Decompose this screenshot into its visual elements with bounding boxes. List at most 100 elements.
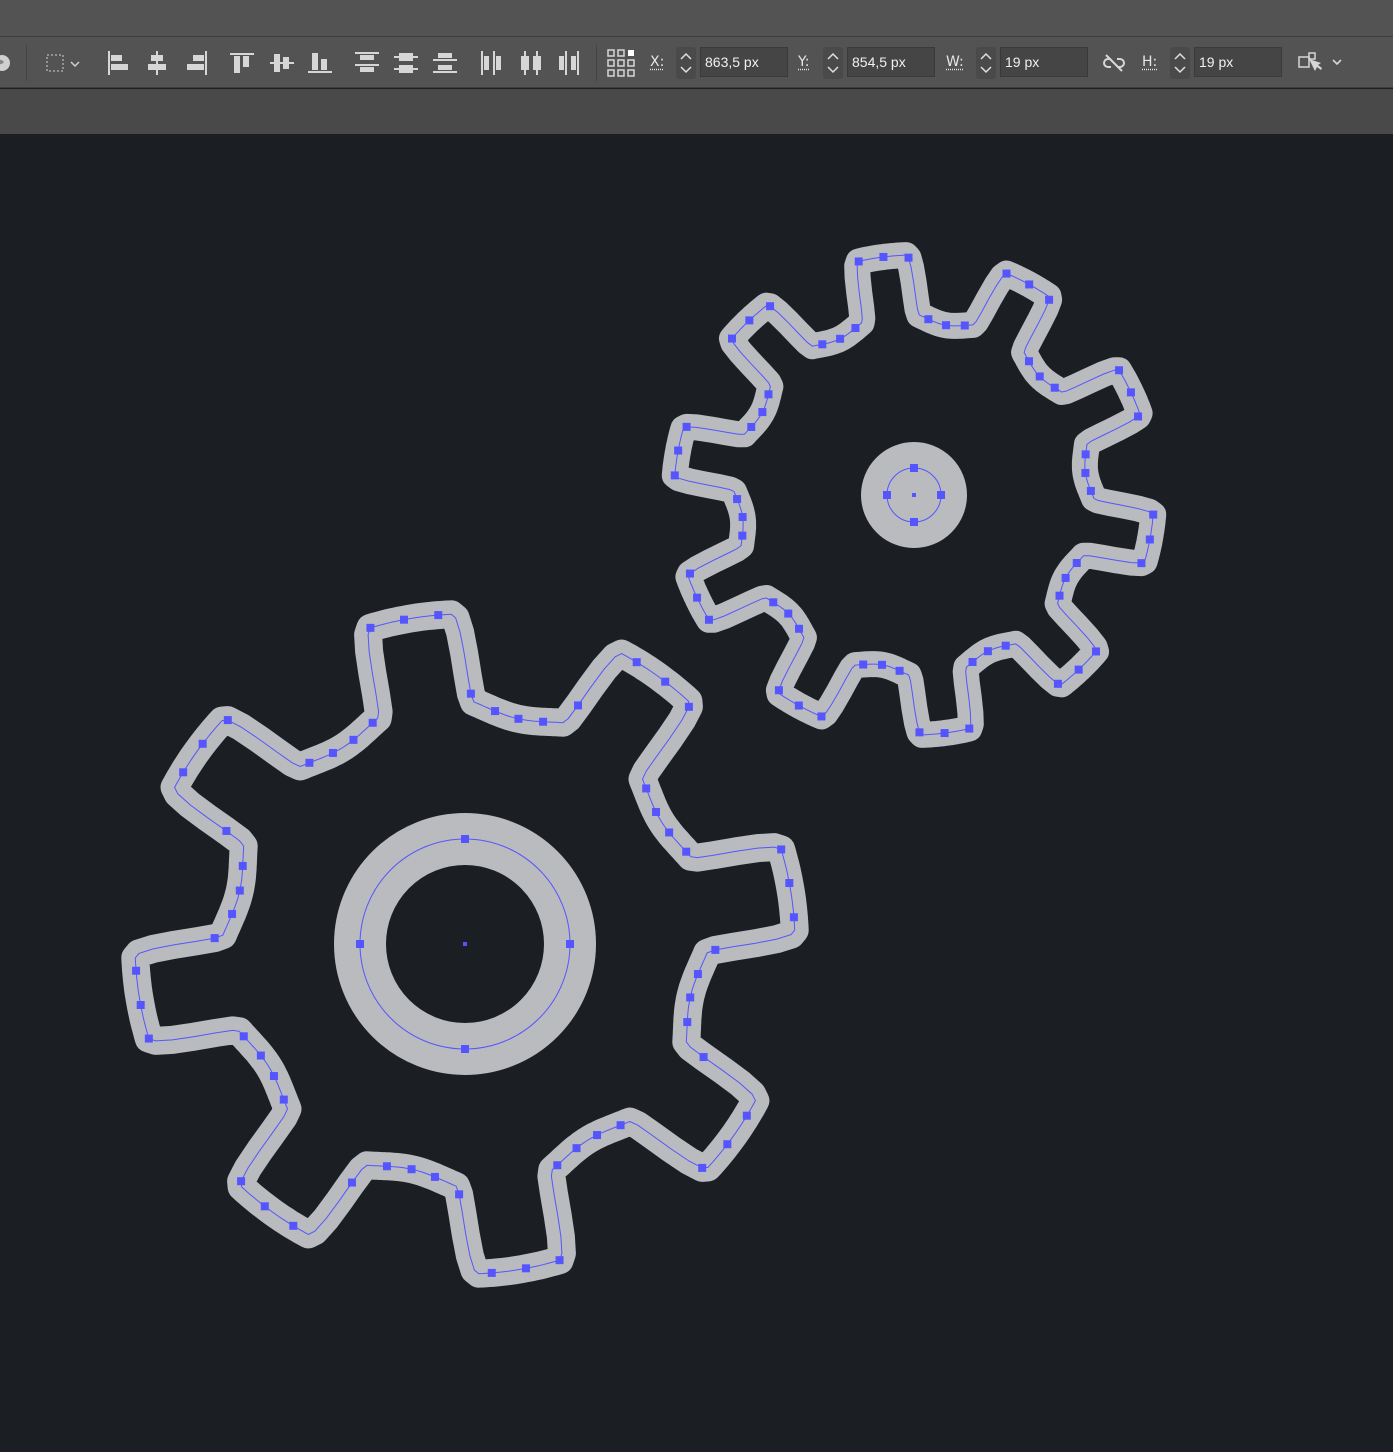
reference-point-icon[interactable] — [604, 37, 638, 89]
anchor-point[interactable] — [431, 1173, 439, 1181]
align-left-edges-icon[interactable] — [104, 37, 132, 89]
anchor-point[interactable] — [1127, 388, 1135, 396]
anchor-point[interactable] — [969, 658, 977, 666]
anchor-point[interactable] — [910, 464, 918, 472]
anchor-point[interactable] — [683, 1018, 691, 1026]
anchor-point[interactable] — [777, 845, 785, 853]
height-stepper[interactable] — [1170, 47, 1190, 79]
y-stepper[interactable] — [823, 47, 843, 79]
anchor-point[interactable] — [1003, 270, 1011, 278]
anchor-point[interactable] — [573, 1144, 581, 1152]
anchor-point[interactable] — [674, 447, 682, 455]
anchor-point[interactable] — [942, 321, 950, 329]
anchor-point[interactable] — [145, 1035, 153, 1043]
anchor-point[interactable] — [758, 408, 766, 416]
artboard-canvas[interactable] — [0, 134, 1393, 1448]
anchor-point[interactable] — [941, 729, 949, 737]
anchor-point[interactable] — [661, 678, 669, 686]
y-position-field[interactable]: 854,5 px — [847, 47, 935, 77]
anchor-point[interactable] — [199, 740, 207, 748]
x-stepper[interactable] — [676, 47, 696, 79]
anchor-point[interactable] — [237, 1177, 245, 1185]
anchor-point[interactable] — [855, 257, 863, 265]
distribute-right-icon[interactable] — [555, 37, 583, 89]
anchor-point[interactable] — [961, 321, 969, 329]
anchor-point[interactable] — [1134, 412, 1142, 420]
anchor-point[interactable] — [455, 1190, 463, 1198]
anchor-point[interactable] — [593, 1131, 601, 1139]
anchor-point[interactable] — [915, 728, 923, 736]
anchor-point[interactable] — [1137, 559, 1145, 567]
anchor-point[interactable] — [633, 658, 641, 666]
anchor-point[interactable] — [937, 491, 945, 499]
anchor-point[interactable] — [1002, 642, 1010, 650]
anchor-point[interactable] — [1115, 366, 1123, 374]
anchor-point[interactable] — [879, 253, 887, 261]
anchor-point[interactable] — [743, 1112, 751, 1120]
anchor-point[interactable] — [222, 827, 230, 835]
anchor-point[interactable] — [686, 993, 694, 1001]
anchor-point[interactable] — [270, 1072, 278, 1080]
anchor-point[interactable] — [369, 719, 377, 727]
anchor-point[interactable] — [491, 707, 499, 715]
anchor-point[interactable] — [1045, 296, 1053, 304]
anchor-point[interactable] — [539, 718, 547, 726]
anchor-point[interactable] — [1149, 511, 1157, 519]
anchor-point[interactable] — [795, 625, 803, 633]
anchor-point[interactable] — [686, 570, 694, 578]
anchor-point[interactable] — [366, 624, 374, 632]
anchor-point[interactable] — [665, 828, 673, 836]
anchor-point[interactable] — [747, 423, 755, 431]
align-right-edges-icon[interactable] — [183, 37, 211, 89]
distribute-horizontal-centers-icon[interactable] — [517, 37, 545, 89]
anchor-point[interactable] — [305, 759, 313, 767]
anchor-point[interactable] — [1062, 574, 1070, 582]
anchor-point[interactable] — [1036, 372, 1044, 380]
anchor-point[interactable] — [698, 1164, 706, 1172]
anchor-point[interactable] — [434, 611, 442, 619]
anchor-point[interactable] — [211, 934, 219, 942]
anchor-point[interactable] — [400, 616, 408, 624]
align-vertical-centers-icon[interactable] — [268, 37, 296, 89]
anchor-point[interactable] — [179, 768, 187, 776]
anchor-point[interactable] — [723, 1140, 731, 1148]
anchor-point[interactable] — [224, 716, 232, 724]
anchor-point[interactable] — [790, 913, 798, 921]
anchor-point[interactable] — [261, 1202, 269, 1210]
anchor-point[interactable] — [1082, 450, 1090, 458]
anchor-point[interactable] — [289, 1222, 297, 1230]
anchor-point[interactable] — [685, 703, 693, 711]
anchor-point[interactable] — [132, 967, 140, 975]
anchor-point[interactable] — [764, 390, 772, 398]
distribute-top-icon[interactable] — [353, 37, 381, 89]
anchor-point[interactable] — [553, 1161, 561, 1169]
anchor-point[interactable] — [329, 749, 337, 757]
anchor-point[interactable] — [383, 1162, 391, 1170]
anchor-point[interactable] — [1146, 535, 1154, 543]
anchor-point[interactable] — [574, 701, 582, 709]
anchor-point[interactable] — [711, 946, 719, 954]
anchor-point[interactable] — [766, 302, 774, 310]
anchor-point[interactable] — [784, 610, 792, 618]
anchor-point[interactable] — [693, 594, 701, 602]
anchor-point[interactable] — [905, 254, 913, 262]
anchor-point[interactable] — [1073, 559, 1081, 567]
distribute-left-icon[interactable] — [478, 37, 506, 89]
anchor-point[interactable] — [984, 647, 992, 655]
anchor-point[interactable] — [851, 324, 859, 332]
anchor-point[interactable] — [859, 661, 867, 669]
anchor-point[interactable] — [1025, 357, 1033, 365]
anchor-point[interactable] — [257, 1052, 265, 1060]
anchor-point[interactable] — [348, 1179, 356, 1187]
align-top-edges-icon[interactable] — [228, 37, 256, 89]
anchor-point[interactable] — [694, 970, 702, 978]
anchor-point[interactable] — [461, 1045, 469, 1053]
distribute-bottom-icon[interactable] — [431, 37, 459, 89]
anchor-point[interactable] — [240, 1032, 248, 1040]
anchor-point[interactable] — [1025, 280, 1033, 288]
anchor-point[interactable] — [652, 808, 660, 816]
anchor-point[interactable] — [965, 725, 973, 733]
anchor-point[interactable] — [566, 940, 574, 948]
anchor-point[interactable] — [733, 495, 741, 503]
anchor-point[interactable] — [738, 532, 746, 540]
